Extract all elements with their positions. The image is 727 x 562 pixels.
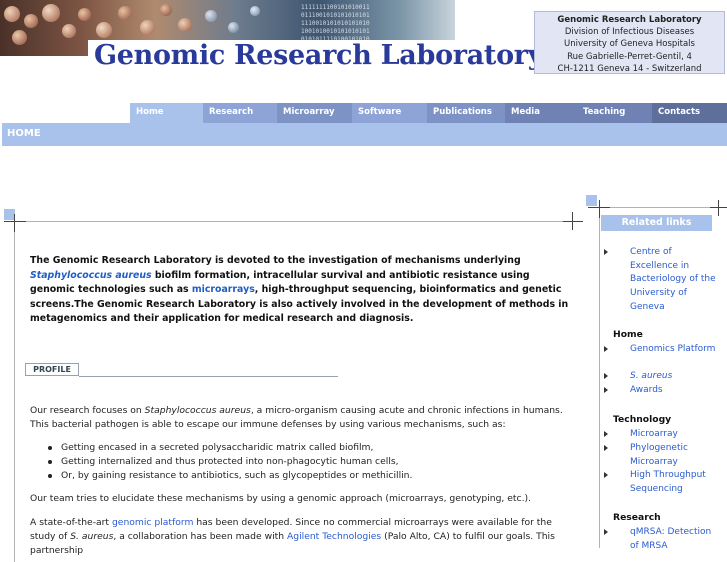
list-item: Getting internalized and thus protected … [30,455,570,469]
paragraph-text: Our research focuses on [30,405,145,416]
sidebar-link-label: High Throughput Sequencing [630,470,706,494]
arrow-right-icon [604,346,608,352]
sidebar-link-s-aureus[interactable]: S. aureus [604,370,716,384]
sidebar-link-microarray[interactable]: Microarray [604,428,716,442]
sidebar-link-label: S. aureus [630,371,673,381]
address-box: Genomic Research Laboratory Division of … [534,11,725,74]
section-title-bar: HOME [2,123,727,146]
approach-paragraph: Our team tries to elucidate these mechan… [30,493,532,504]
sidebar-link-label: Phylogenetic Microarray [630,443,688,467]
address-city: CH-1211 Geneva 14 - Switzerland [557,63,702,74]
genomic-platform-link[interactable]: genomic platform [112,517,193,528]
main-nav: Home Research Microarray Software Public… [130,103,727,123]
crosshair-mark [572,212,573,230]
intro-text: The Genomic Research Laboratory is devot… [30,255,521,266]
sidebar-heading-technology: Technology [613,414,672,425]
sidebar-link-genomics-platform[interactable]: Genomics Platform [604,343,716,357]
arrow-right-icon [604,445,608,451]
microarrays-link[interactable]: microarrays [192,284,255,295]
crosshair-mark [4,221,26,222]
arrow-right-icon [604,387,608,393]
address-street: Rue Gabrielle-Perret-Gentil, 4 [567,51,692,62]
research-paragraph: Our research focuses on Staphylococcus a… [30,404,570,432]
species-name: Staphylococcus aureus [144,405,251,416]
sidebar-heading-research: Research [613,512,661,523]
arrow-right-icon [604,431,608,437]
sidebar-link-centre-excellence[interactable]: Centre of Excellence in Bacteriology of … [604,246,716,315]
sidebar-link-label: qMRSA: Detection of MRSA [630,527,712,551]
crosshair-mark [599,200,600,218]
nav-contacts[interactable]: Contacts [652,103,727,123]
arrow-right-icon [604,472,608,478]
address-hospital: University of Geneva Hospitals [564,39,695,50]
nav-research[interactable]: Research [203,103,277,123]
crosshair-mark [718,200,719,216]
list-item: Or, by gaining resistance to antibiotics… [30,469,570,483]
staphylococcus-link[interactable]: Staphylococcus aureus [30,270,152,281]
agilent-link[interactable]: Agilent Technologies [287,531,381,542]
sidebar-link-awards[interactable]: Awards [604,384,716,398]
site-title: Genomic Research Laboratory [94,40,544,71]
nav-media[interactable]: Media [505,103,577,123]
crosshair-mark [563,221,583,222]
arrow-right-icon [604,249,608,255]
profile-tab[interactable]: PROFILE [25,363,79,376]
sidebar-corner-marker [586,195,597,206]
mechanism-list: Getting encased in a secreted polysaccha… [30,441,570,483]
nav-microarray[interactable]: Microarray [277,103,352,123]
list-item: Getting encased in a secreted polysaccha… [30,441,570,455]
sidebar-link-label: Genomics Platform [630,344,716,354]
nav-publications[interactable]: Publications [427,103,505,123]
sidebar-link-label: Centre of Excellence in Bacteriology of … [630,247,716,312]
address-lab-name: Genomic Research Laboratory [557,15,702,25]
platform-paragraph: A state-of-the-art genomic platform has … [30,516,570,558]
paragraph-text: , a collaboration has been made with [113,531,287,542]
address-division: Division of Infectious Diseases [564,27,695,38]
sidebar-link-label: Awards [630,385,663,395]
sidebar-link-label: Microarray [630,429,678,439]
sidebar-link-phylogenetic-microarray[interactable]: Phylogenetic Microarray [604,442,716,469]
sidebar-heading-home: Home [613,329,643,340]
paragraph-text: A state-of-the-art [30,517,112,528]
nav-software[interactable]: Software [352,103,427,123]
species-name: S. aureus [70,531,114,542]
profile-divider [79,376,338,377]
intro-paragraph: The Genomic Research Laboratory is devot… [30,254,570,327]
arrow-right-icon [604,529,608,535]
related-links-header: Related links [601,215,712,231]
section-title: HOME [7,128,41,139]
nav-teaching[interactable]: Teaching [577,103,652,123]
arrow-right-icon [604,373,608,379]
crosshair-mark [14,214,15,232]
nav-home[interactable]: Home [130,103,203,123]
sidebar-link-qmrsa[interactable]: qMRSA: Detection of MRSA [604,526,716,553]
sidebar-link-high-throughput-sequencing[interactable]: High Throughput Sequencing [604,469,716,496]
